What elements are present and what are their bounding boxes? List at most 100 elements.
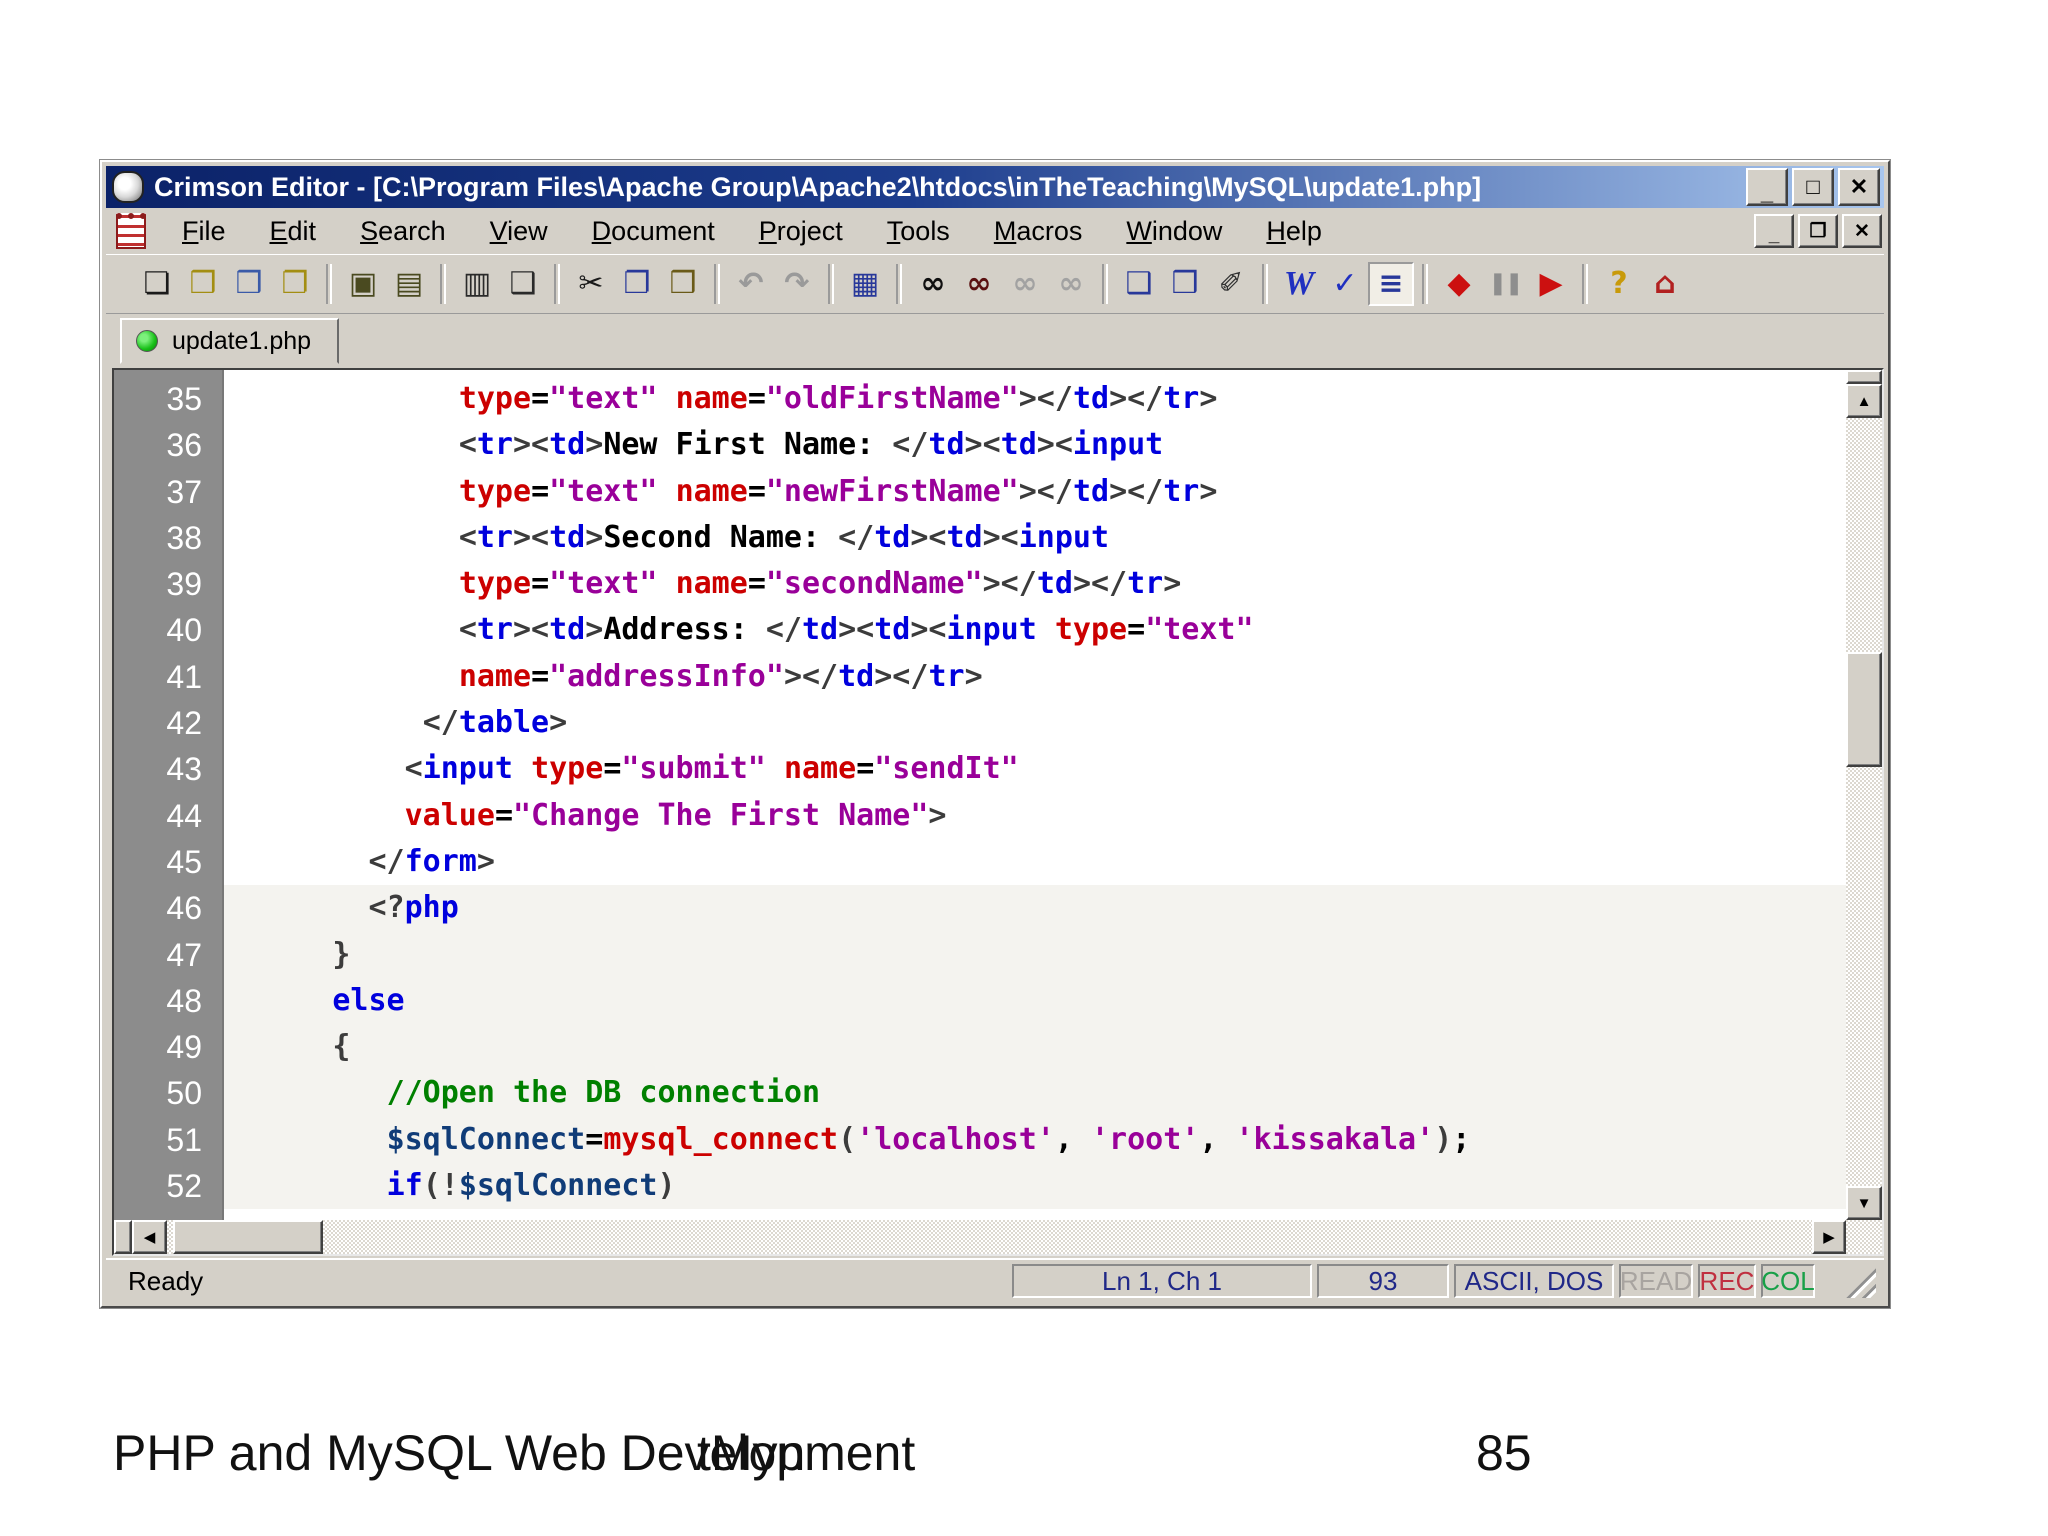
print-preview-icon[interactable]: ❑ [500, 262, 546, 306]
code-token: >< [964, 427, 1001, 463]
code-token: "addressInfo" [549, 658, 784, 694]
code-token: ></ [1109, 381, 1164, 416]
line-number: 47 [166, 936, 202, 973]
undo-icon[interactable]: ↶ [728, 262, 774, 306]
code-token: > [1163, 566, 1182, 602]
code-token: "text" [1145, 612, 1254, 648]
title-bar[interactable]: Crimson Editor - [C:\Program Files\Apach… [106, 166, 1884, 208]
pause-macro-icon[interactable]: ❚❚ [1482, 262, 1528, 306]
word-wrap-icon[interactable]: W [1276, 262, 1322, 306]
scroll-right-button[interactable]: ▶ [1812, 1220, 1846, 1254]
menu-tools[interactable]: Tools [865, 212, 972, 251]
scroll-up-button[interactable]: ▲ [1846, 384, 1882, 418]
maximize-button[interactable]: □ [1792, 168, 1834, 206]
project-panel-icon[interactable]: ❑ [1116, 262, 1162, 306]
code-token: "oldFirstName" [765, 381, 1019, 416]
line-number: 36 [166, 427, 202, 464]
close-file-icon[interactable]: ❐ [272, 262, 318, 306]
vertical-scroll-track[interactable] [1846, 418, 1882, 1186]
code-line-52: if(!$sqlConnect) [224, 1163, 1846, 1210]
code-token: , [1054, 1121, 1091, 1157]
open-remote-icon[interactable]: ❒ [226, 262, 272, 306]
crimson-editor-window: Crimson Editor - [C:\Program Files\Apach… [100, 160, 1890, 1308]
status-panel-read: READ [1619, 1264, 1693, 1298]
scroll-down-button[interactable]: ▼ [1846, 1186, 1882, 1220]
menu-search[interactable]: Search [338, 212, 468, 251]
code-token: <? [368, 890, 405, 926]
tab-update1-php[interactable]: update1.php [120, 318, 340, 364]
hsplit-handle[interactable] [114, 1220, 132, 1254]
code-token: = [585, 1121, 604, 1157]
mdi-minimize-button[interactable]: _ [1754, 214, 1794, 248]
project-files-icon[interactable]: ❒ [1162, 262, 1208, 306]
horizontal-scroll-thumb[interactable] [173, 1220, 323, 1254]
menu-project[interactable]: Project [737, 212, 865, 251]
find-next-icon[interactable]: ∞ [1002, 262, 1048, 306]
line-number: 37 [166, 473, 202, 510]
home-icon[interactable]: ⌂ [1642, 262, 1688, 306]
save-all-icon[interactable]: ▤ [386, 262, 432, 306]
code-token: td [802, 612, 839, 648]
vertical-scroll-thumb[interactable] [1846, 652, 1882, 767]
code-token: type [531, 751, 604, 787]
cut-icon[interactable]: ✂ [568, 262, 614, 306]
split-handle[interactable] [1846, 370, 1882, 384]
help-icon[interactable]: ? [1596, 262, 1642, 306]
find-prev-icon[interactable]: ∞ [1048, 262, 1094, 306]
menu-file[interactable]: File [160, 212, 248, 251]
code-token: td [874, 612, 911, 648]
toolbar-separator [554, 264, 560, 304]
minimize-button[interactable]: _ [1746, 168, 1788, 206]
menu-document[interactable]: Document [570, 212, 737, 251]
code-token: < [458, 612, 477, 648]
code-token: input [1072, 427, 1164, 463]
replace-icon[interactable]: ∞ [956, 262, 1002, 306]
project-tools-icon[interactable]: ✐ [1208, 262, 1254, 306]
close-button[interactable]: ✕ [1838, 168, 1880, 206]
app-icon [112, 171, 144, 203]
code-token: tr [476, 427, 513, 463]
paste-icon[interactable]: ❒ [660, 262, 706, 306]
menu-macros[interactable]: Macros [972, 212, 1105, 251]
code-line-35: type="text" name="oldFirstName"></td></t… [224, 376, 1846, 422]
open-file-icon[interactable]: ❒ [180, 262, 226, 306]
line-number: 42 [166, 705, 202, 742]
redo-icon[interactable]: ↷ [774, 262, 820, 306]
insert-table-icon[interactable]: ▦ [842, 262, 888, 306]
record-macro-icon[interactable]: ◆ [1436, 262, 1482, 306]
print-icon[interactable]: ▥ [454, 262, 500, 306]
code-token: value [404, 797, 495, 833]
menu-window[interactable]: Window [1104, 212, 1244, 251]
play-macro-icon[interactable]: ▶ [1528, 262, 1574, 306]
new-file-icon[interactable]: ❏ [134, 262, 180, 306]
code-token: = [747, 381, 766, 416]
save-icon[interactable]: ▣ [340, 262, 386, 306]
horizontal-scrollbar[interactable]: ◀ ▶ [114, 1220, 1846, 1254]
code-token: td [946, 519, 983, 555]
code-editor[interactable]: 35 36 37 38 39 40 41 42 43 44 45 46 47 48 49 50 51 52 typ… [112, 368, 1884, 1256]
resize-grip[interactable] [1822, 1262, 1878, 1300]
horizontal-scroll-track[interactable] [167, 1220, 1812, 1254]
code-line-42: </table> [224, 700, 1846, 746]
code-token: type [1054, 612, 1128, 648]
line-numbers-icon[interactable]: ≡ [1368, 262, 1414, 306]
scroll-left-button[interactable]: ◀ [132, 1220, 167, 1254]
status-panels: Ln 1, Ch 1 93 ASCII, DOS READ REC COL [1012, 1264, 1815, 1298]
spell-check-icon[interactable]: ✓ [1322, 262, 1368, 306]
mdi-close-button[interactable]: ✕ [1842, 214, 1882, 248]
mdi-restore-button[interactable]: ❐ [1798, 214, 1838, 248]
code-token: , [1199, 1121, 1236, 1157]
menu-help[interactable]: Help [1244, 212, 1344, 251]
menu-edit[interactable]: Edit [248, 212, 339, 251]
code-token: else [332, 982, 405, 1018]
code-token: type [458, 381, 532, 416]
menu-view[interactable]: View [468, 212, 570, 251]
code-area[interactable]: type="text" name="oldFirstName"></td></t… [224, 370, 1846, 1220]
code-token: "secondName" [765, 566, 983, 602]
code-token: "submit" [621, 751, 766, 787]
copy-icon[interactable]: ❐ [614, 262, 660, 306]
vertical-scrollbar[interactable]: ▲ ▼ [1846, 370, 1882, 1220]
find-icon[interactable]: ∞ [910, 262, 956, 306]
